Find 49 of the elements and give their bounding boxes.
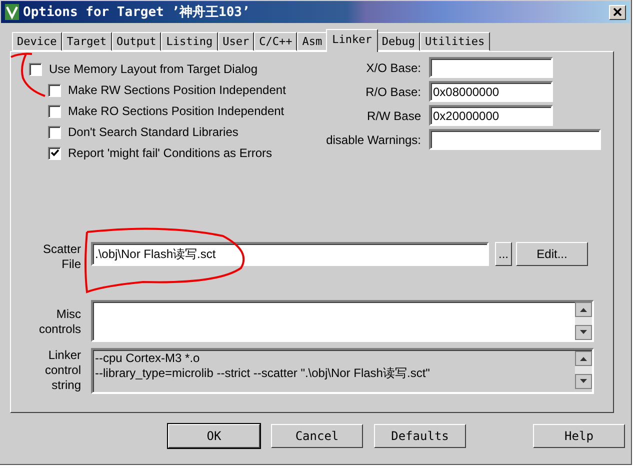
tab[interactable]: C/C++ — [254, 32, 298, 51]
field-label: disable Warnings: — [325, 132, 421, 146]
tab[interactable]: Output — [112, 32, 162, 51]
tab[interactable]: Listing — [161, 32, 218, 51]
checkbox-label: Report 'might fail' Conditions as Errors — [68, 146, 272, 160]
field-label: X/O Base: — [365, 60, 421, 74]
browse-button[interactable]: ... — [495, 242, 512, 266]
dialog-button[interactable]: Help — [533, 424, 625, 448]
scroll-bar[interactable] — [575, 351, 592, 389]
tab[interactable]: User — [218, 32, 254, 51]
checkbox[interactable] — [48, 126, 61, 138]
input-field[interactable]: 0x20000000 — [429, 105, 553, 126]
checkbox-label: Make RW Sections Position Independent — [68, 83, 286, 97]
input-field[interactable]: 0x08000000 — [429, 81, 553, 102]
dialog-button[interactable]: Cancel — [271, 424, 363, 448]
input-field[interactable] — [429, 129, 601, 150]
text-area[interactable] — [91, 300, 594, 342]
close-button[interactable] — [609, 4, 626, 20]
check-icon — [50, 149, 58, 157]
checkbox[interactable] — [29, 62, 42, 76]
text-line: --library_type=microlib --strict --scatter ".\obj\Nor Flash读写.sct" — [95, 366, 431, 381]
dialog-button[interactable]: Defaults — [374, 424, 466, 448]
checkbox[interactable] — [48, 84, 61, 96]
tab[interactable]: Target — [62, 32, 112, 51]
tab[interactable]: Linker — [326, 29, 378, 52]
checkbox-label: Make RO Sections Position Independent — [68, 104, 284, 118]
checkbox[interactable] — [48, 146, 61, 160]
field-label: R/W Base — [366, 108, 421, 122]
field-label: R/O Base: — [364, 84, 421, 98]
text-line: --cpu Cortex-M3 *.o — [95, 351, 201, 366]
window-title: Options for Target ’神舟王103’ — [23, 4, 251, 21]
field-label: Misc controls — [38, 306, 81, 337]
dialog-button[interactable]: OK — [168, 424, 260, 448]
field-label: Scatter File — [42, 242, 81, 272]
tab[interactable]: Asm — [297, 32, 328, 51]
input-field[interactable]: .\obj\Nor Flash读写.sct — [91, 242, 489, 266]
checkbox[interactable] — [48, 104, 61, 118]
annotation-drawing — [10, 52, 47, 98]
close-icon — [613, 8, 622, 16]
input-field[interactable] — [429, 57, 553, 78]
tab[interactable]: Device — [12, 32, 62, 51]
checkbox-label: Don't Search Standard Libraries — [68, 125, 238, 139]
tab[interactable]: Debug — [376, 32, 420, 51]
tab[interactable]: Utilities — [420, 32, 490, 51]
checkbox-label: Use Memory Layout from Target Dialog — [49, 62, 258, 76]
field-label: Linker control string — [44, 348, 81, 393]
edit-button[interactable]: Edit... — [516, 242, 588, 266]
scroll-bar[interactable] — [575, 302, 592, 340]
app-icon — [5, 4, 19, 20]
